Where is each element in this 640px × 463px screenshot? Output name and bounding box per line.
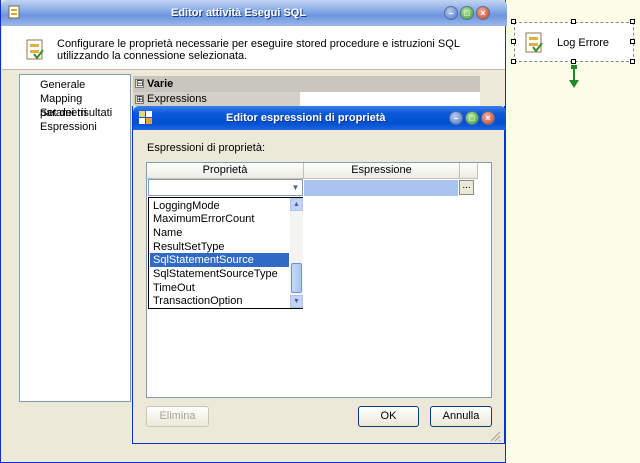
cancel-button[interactable]: Annulla <box>430 406 492 427</box>
nav-item-parameter-mapping[interactable]: Mapping parametri <box>20 92 130 119</box>
nav-item-general[interactable]: Generale <box>20 78 130 92</box>
shape-label: Log Errore <box>557 37 609 49</box>
collapse-icon[interactable]: ⊟ <box>135 79 144 88</box>
dropdown-item[interactable]: MaximumErrorCount <box>150 212 289 226</box>
dialog-close-button[interactable]: × <box>481 111 495 125</box>
property-grid: ⊟ Varie ⊞ Expressions <box>133 76 480 108</box>
property-combobox[interactable]: ▼ <box>148 179 303 196</box>
scroll-up-icon[interactable]: ▲ <box>290 198 303 211</box>
dropdown-item[interactable]: ResultSetType <box>150 240 289 254</box>
close-button[interactable]: × <box>476 6 490 20</box>
resize-handle[interactable] <box>571 59 576 64</box>
column-header-button <box>460 163 478 179</box>
delete-button[interactable]: Elimina <box>146 406 209 427</box>
dropdown-item[interactable]: Name <box>150 226 289 240</box>
resize-handle[interactable] <box>630 39 635 44</box>
chevron-down-icon[interactable]: ▼ <box>289 180 302 195</box>
window-app-icon[interactable] <box>7 5 21 19</box>
resize-handle[interactable] <box>630 59 635 64</box>
resize-handle[interactable] <box>511 59 516 64</box>
expression-builder-button[interactable]: ... <box>459 180 474 195</box>
task-icon <box>24 38 46 62</box>
dropdown-item[interactable]: SqlStatementSourceType <box>150 267 289 281</box>
dropdown-item[interactable]: TransactionOption <box>150 294 289 308</box>
expression-cell[interactable] <box>304 180 458 196</box>
minimize-button[interactable]: – <box>444 6 458 20</box>
scrollbar-thumb[interactable] <box>291 263 302 293</box>
dialog-minimize-button[interactable]: – <box>449 111 463 125</box>
log-error-task-shape[interactable]: Log Errore <box>514 22 634 62</box>
dropdown-item[interactable]: TimeOut <box>150 281 289 295</box>
dropdown-scrollbar[interactable]: ▲ ▼ <box>290 198 303 308</box>
property-dropdown-list[interactable]: LoggingMode MaximumErrorCount Name Resul… <box>148 197 303 309</box>
task-icon <box>523 31 545 55</box>
expand-icon[interactable]: ⊞ <box>135 95 144 104</box>
grid-row-value[interactable] <box>300 92 480 106</box>
page-list: Generale Mapping parametri Set dei risul… <box>19 74 131 402</box>
dialog-maximize-button[interactable]: □ <box>465 111 479 125</box>
ok-button[interactable]: OK <box>358 406 419 427</box>
resize-handle[interactable] <box>511 39 516 44</box>
section-label: Espressioni di proprietà: <box>147 142 266 154</box>
maximize-button[interactable]: □ <box>460 6 474 20</box>
grid-category-row[interactable]: ⊟ Varie <box>133 76 480 92</box>
resize-handle[interactable] <box>571 19 576 24</box>
nav-item-expressions[interactable]: Espressioni <box>20 120 130 134</box>
outer-window-title: Editor attività Esegui SQL <box>171 7 307 19</box>
column-header-property[interactable]: Proprietà <box>147 163 304 179</box>
inner-dialog-title: Editor espressioni di proprietà <box>226 112 386 124</box>
expressions-table: Proprietà Espressione ▼ ... LoggingMode … <box>146 162 492 398</box>
property-expressions-editor-dialog: Editor espressioni di proprietà – □ × Es… <box>132 106 506 444</box>
grid-expressions-row[interactable]: ⊞ Expressions <box>133 92 480 106</box>
dropdown-item[interactable]: LoggingMode <box>150 199 289 213</box>
nav-item-result-set[interactable]: Set dei risultati <box>20 106 130 120</box>
resize-handle[interactable] <box>630 19 635 24</box>
column-header-expression[interactable]: Espressione <box>304 163 460 179</box>
outer-title-bar[interactable]: Editor attività Esegui SQL – □ × <box>1 0 507 26</box>
inner-title-bar[interactable]: Editor espressioni di proprietà – □ × <box>133 106 506 130</box>
scroll-down-icon[interactable]: ▼ <box>290 295 303 308</box>
grid-category-label: Varie <box>147 78 174 90</box>
precedence-arrow-icon[interactable] <box>568 65 580 89</box>
resize-grip-icon[interactable] <box>489 430 501 442</box>
resize-handle[interactable] <box>511 19 516 24</box>
dropdown-item-selected[interactable]: SqlStatementSource <box>150 253 289 267</box>
grid-row-label: Expressions <box>147 93 207 105</box>
dialog-app-icon[interactable] <box>139 111 152 124</box>
header-panel: Configurare le proprietà necessarie per … <box>2 26 505 70</box>
header-description: Configurare le proprietà necessarie per … <box>57 38 460 62</box>
